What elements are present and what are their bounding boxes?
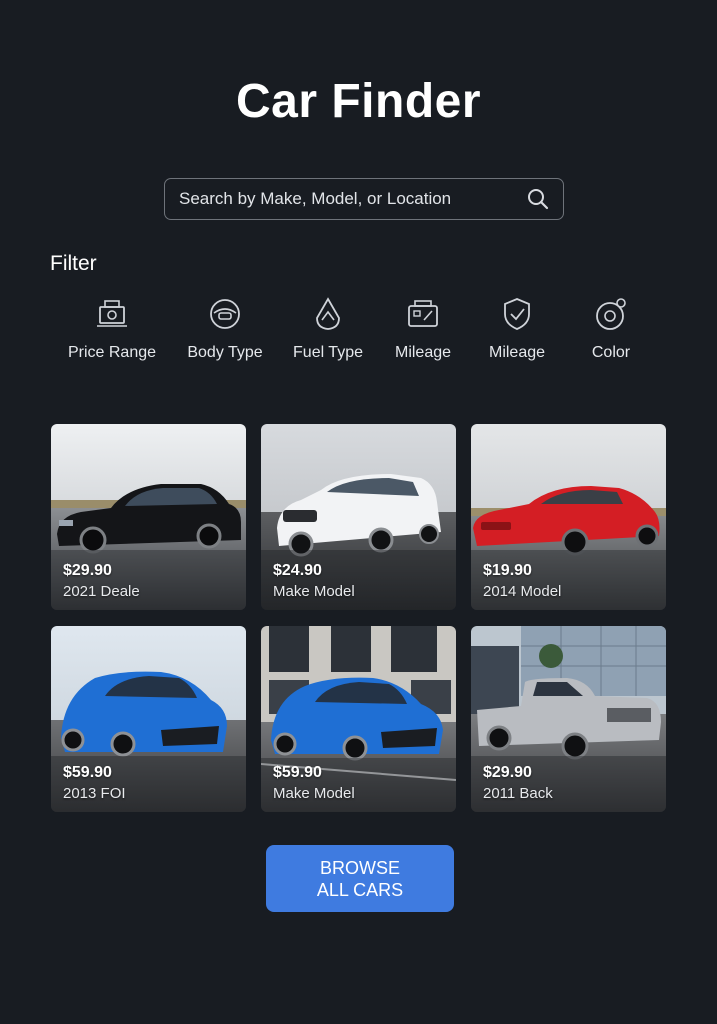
price-tag-icon xyxy=(97,300,127,327)
listing-subtitle: Make Model xyxy=(273,785,355,802)
browse-button-line-1: BROWSE xyxy=(319,857,400,878)
listing-card[interactable]: $59.90 2013 FOI xyxy=(51,626,246,812)
search-icon[interactable] xyxy=(525,186,551,212)
listing-subtitle: 2014 Model xyxy=(483,583,562,600)
listing-price: $29.90 xyxy=(63,562,112,579)
gauge-icon xyxy=(504,298,530,330)
filter-label: Fuel Type xyxy=(293,344,363,361)
listing-subtitle: Make Model xyxy=(273,583,355,600)
odometer-icon xyxy=(408,300,438,327)
filter-label: Mileage xyxy=(488,344,546,361)
listing-price: $59.90 xyxy=(63,764,112,781)
listing-grid: $29.90 2021 Deale $24.90 Make Model $19.… xyxy=(51,424,666,812)
filter-bar: Price Range Body Type Fuel Type Mileage … xyxy=(50,296,665,372)
filter-mileage[interactable]: Mileage xyxy=(373,296,473,362)
browse-all-cars-button[interactable]: BROWSE ALL CARS xyxy=(266,845,454,912)
filter-color[interactable]: Color xyxy=(561,296,661,362)
listing-card[interactable]: $29.90 2011 Back xyxy=(471,626,666,812)
filter-label: Price Range xyxy=(67,344,157,361)
body-type-icon xyxy=(210,299,240,329)
page-title: Car Finder xyxy=(235,75,482,128)
listing-price: $19.90 xyxy=(483,562,532,579)
filter-label: Body Type xyxy=(187,344,263,361)
listing-price: $59.90 xyxy=(273,764,322,781)
listing-card[interactable]: $29.90 2021 Deale xyxy=(51,424,246,610)
filter-label: Color xyxy=(591,344,631,361)
listing-price: $24.90 xyxy=(273,562,322,579)
listing-card[interactable]: $59.90 Make Model xyxy=(261,626,456,812)
browse-button-line-2: ALL CARS xyxy=(316,879,404,900)
filter-price-range[interactable]: Price Range xyxy=(62,296,162,362)
listing-card[interactable]: $19.90 2014 Model xyxy=(471,424,666,610)
filter-body-type[interactable]: Body Type xyxy=(175,296,275,362)
listing-subtitle: 2011 Back xyxy=(483,785,553,802)
filter-fuel-type[interactable]: Fuel Type xyxy=(278,296,378,362)
filter-label: Mileage xyxy=(394,344,452,361)
search-input[interactable] xyxy=(165,178,525,220)
filter-heading: Filter xyxy=(50,252,97,275)
listing-subtitle: 2021 Deale xyxy=(63,583,140,600)
filter-mileage-2[interactable]: Mileage xyxy=(467,296,567,362)
color-palette-icon xyxy=(596,298,626,330)
listing-card[interactable]: $24.90 Make Model xyxy=(261,424,456,610)
listing-subtitle: 2013 FOI xyxy=(63,785,126,802)
listing-price: $29.90 xyxy=(483,764,532,781)
fuel-drop-icon xyxy=(316,297,340,330)
search-bar[interactable] xyxy=(164,178,564,220)
